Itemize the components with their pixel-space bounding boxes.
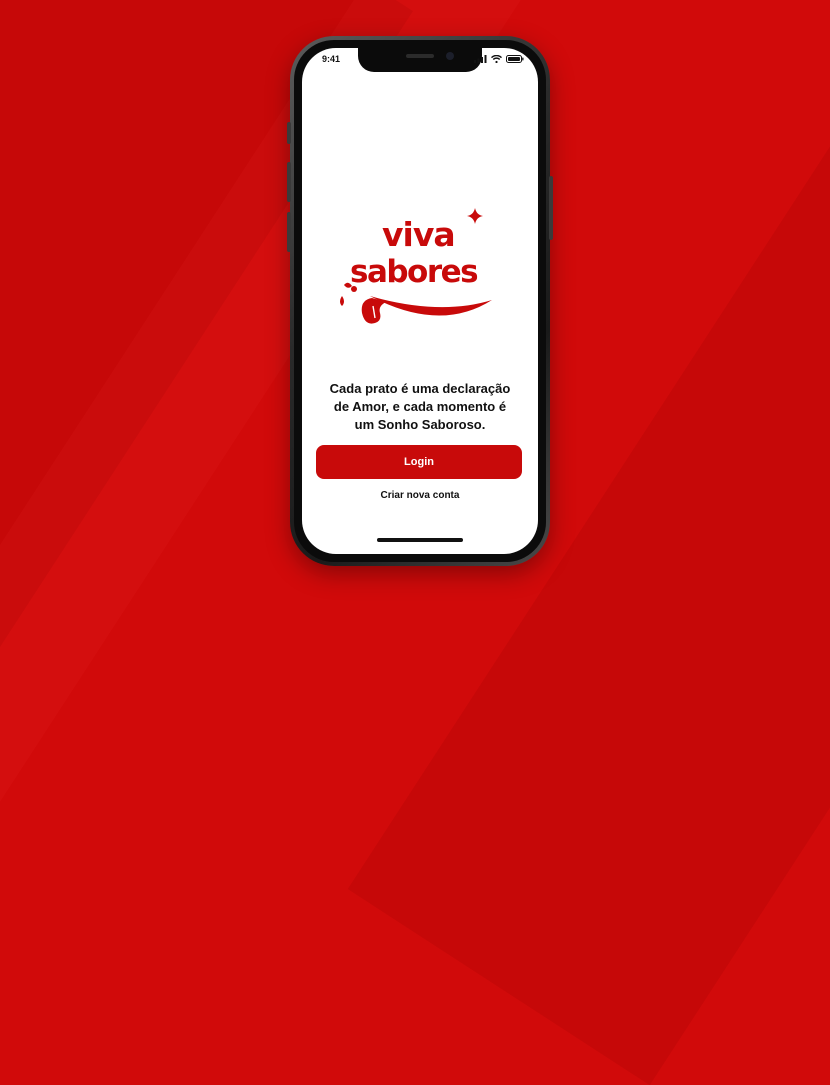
create-account-link[interactable]: Criar nova conta: [302, 490, 538, 501]
viva-sabores-logo: viva sabores: [340, 208, 492, 324]
sparkle-icon: [467, 208, 483, 224]
logo-word-sabores: sabores: [350, 254, 477, 290]
battery-icon: [506, 55, 524, 63]
status-icons: [474, 55, 524, 63]
app-screen: 9:41 viva sabores Cada prato é uma decla…: [302, 48, 538, 554]
login-button[interactable]: Login: [316, 445, 522, 479]
cellular-signal-icon: [474, 55, 487, 63]
power-button: [549, 176, 553, 240]
volume-up-button: [287, 162, 291, 202]
status-time: 9:41: [322, 54, 341, 64]
volume-down-button: [287, 212, 291, 252]
phone-frame: 9:41 viva sabores Cada prato é uma decla…: [287, 36, 553, 566]
home-indicator[interactable]: [377, 538, 463, 542]
wifi-icon: [491, 55, 502, 63]
earpiece-speaker: [406, 54, 434, 58]
tagline: Cada prato é uma declaração de Amor, e c…: [329, 381, 511, 432]
notch: [358, 48, 482, 72]
silent-switch: [287, 122, 291, 144]
front-camera: [446, 52, 454, 60]
logo-word-viva: viva: [382, 215, 455, 254]
